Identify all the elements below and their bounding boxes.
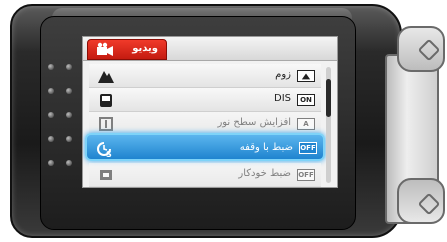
- indicator-dot: [66, 160, 72, 166]
- video-camera-icon: [97, 42, 113, 56]
- zoom-setting-icon: [297, 70, 315, 82]
- hinge-bottom-screw: [397, 178, 445, 224]
- menu-item-label: ضبط با وقفه: [239, 142, 293, 153]
- indicator-dot: [48, 88, 54, 94]
- menu-scrollbar[interactable]: [326, 67, 331, 183]
- indicator-dot: [48, 136, 54, 142]
- menu-item-label: ضبط خودکار: [238, 168, 291, 179]
- indicator-dot: [66, 136, 72, 142]
- dis-hand-icon: [100, 94, 112, 107]
- indicator-dot: [66, 88, 72, 94]
- indicator-dot: [48, 160, 54, 166]
- menu-item-zoom[interactable]: زوم: [89, 64, 321, 88]
- svg-text:S: S: [106, 150, 112, 158]
- off-badge-icon: OFF: [299, 142, 317, 154]
- indicator-dot: [48, 64, 54, 70]
- gain-up-icon: [99, 117, 113, 131]
- menu-item-dis[interactable]: DIS ON: [89, 88, 321, 112]
- on-badge-icon: ON: [297, 94, 315, 106]
- menu-item-time-lapse[interactable]: S ضبط با وقفه OFF: [85, 133, 325, 161]
- tab-video[interactable]: ویدیو: [87, 39, 167, 60]
- lcd-hinge: [385, 26, 447, 232]
- auto-rec-icon: [100, 170, 112, 180]
- menu-item-label: زوم: [275, 69, 291, 80]
- auto-badge-icon: A: [297, 118, 315, 130]
- indicator-dot: [48, 112, 54, 118]
- menu-screen: ویدیو زوم DIS ON افزایش سطح نور A S ضبط …: [82, 36, 338, 188]
- indicator-dot: [66, 64, 72, 70]
- tab-label: ویدیو: [132, 43, 158, 54]
- hinge-top-screw: [397, 26, 445, 72]
- scrollbar-thumb[interactable]: [326, 79, 331, 117]
- menu-header: ویدیو: [83, 37, 337, 61]
- off-badge-icon: OFF: [297, 169, 315, 181]
- zoom-mountain-icon: [98, 71, 114, 83]
- menu-item-auto-rec[interactable]: ضبط خودکار OFF: [89, 163, 321, 187]
- menu-item-label: افزایش سطح نور: [217, 117, 291, 128]
- menu-item-label: DIS: [274, 93, 291, 104]
- indicator-dot: [66, 112, 72, 118]
- time-lapse-icon: S: [97, 142, 112, 158]
